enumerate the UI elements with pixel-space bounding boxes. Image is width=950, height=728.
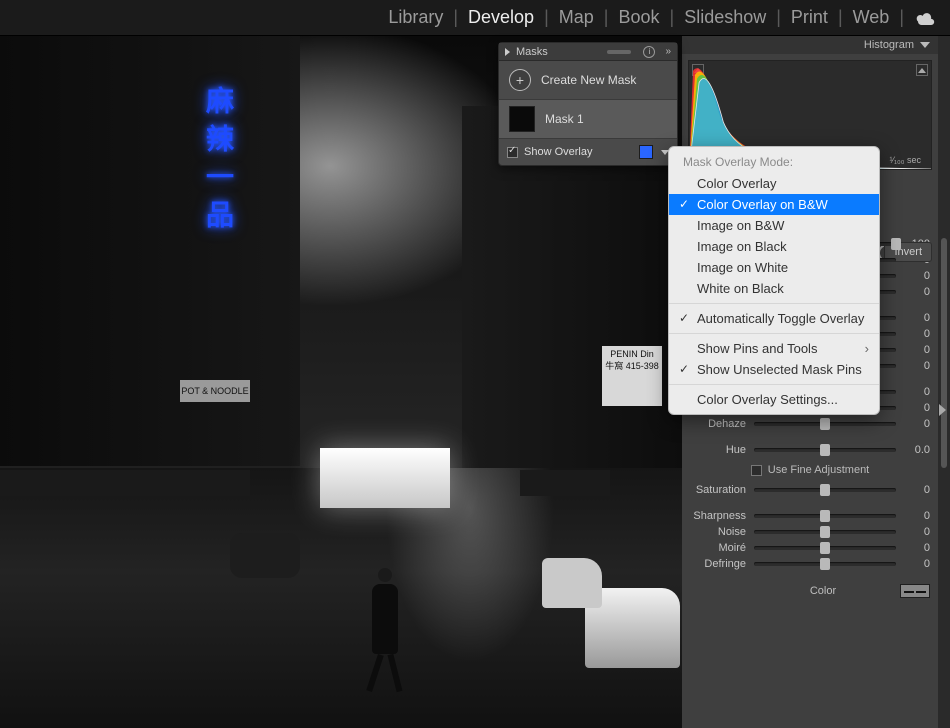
menu-show-unselected[interactable]: ✓Show Unselected Mask Pins bbox=[669, 359, 879, 380]
menu-color-overlay[interactable]: Color Overlay bbox=[669, 173, 879, 194]
info-icon[interactable]: i bbox=[643, 46, 655, 58]
masks-header[interactable]: Masks i » bbox=[499, 43, 677, 61]
module-nav: Library| Develop| Map| Book| Slideshow| … bbox=[0, 0, 950, 36]
nav-slideshow[interactable]: Slideshow bbox=[678, 7, 772, 28]
nav-map[interactable]: Map bbox=[553, 7, 600, 28]
scrollbar-thumb[interactable] bbox=[941, 238, 947, 468]
nav-web[interactable]: Web bbox=[847, 7, 896, 28]
slider-saturation[interactable]: Saturation0 bbox=[690, 484, 930, 496]
fine-adjustment-checkbox[interactable]: Use Fine Adjustment bbox=[690, 464, 930, 476]
menu-color-overlay-bw[interactable]: ✓Color Overlay on B&W bbox=[669, 194, 879, 215]
menu-auto-toggle[interactable]: ✓Automatically Toggle Overlay bbox=[669, 308, 879, 329]
disclosure-icon[interactable] bbox=[505, 48, 510, 56]
create-mask-button[interactable]: + Create New Mask bbox=[499, 61, 677, 99]
drag-grip-icon[interactable] bbox=[607, 50, 631, 54]
color-swatch-icon[interactable] bbox=[900, 584, 930, 598]
neon-sign: 麻辣一品 bbox=[198, 86, 238, 238]
slider-hue[interactable]: Hue0.0 bbox=[690, 444, 930, 456]
slider-sharpness[interactable]: Sharpness0 bbox=[690, 510, 930, 522]
masks-title: Masks bbox=[516, 46, 601, 58]
masks-panel: Masks i » + Create New Mask Mask 1 Show … bbox=[498, 42, 678, 166]
menu-header: Mask Overlay Mode: bbox=[669, 151, 879, 173]
menu-image-bw[interactable]: Image on B&W bbox=[669, 215, 879, 236]
mask-item-label: Mask 1 bbox=[545, 112, 584, 126]
show-overlay-checkbox[interactable] bbox=[507, 147, 518, 158]
overlay-mode-menu: Mask Overlay Mode: Color Overlay ✓Color … bbox=[668, 146, 880, 415]
exposure-readout: ¹⁄₁₀₀ sec bbox=[889, 155, 921, 165]
nav-library[interactable]: Library bbox=[382, 7, 449, 28]
slider-moire[interactable]: Moiré0 bbox=[690, 542, 930, 554]
show-overlay-label: Show Overlay bbox=[524, 146, 592, 158]
plus-icon: + bbox=[509, 69, 531, 91]
slider-defringe[interactable]: Defringe0 bbox=[690, 558, 930, 570]
create-mask-label: Create New Mask bbox=[541, 73, 636, 87]
menu-image-white[interactable]: Image on White bbox=[669, 257, 879, 278]
panel-scrollbar[interactable] bbox=[938, 36, 950, 728]
nav-book[interactable]: Book bbox=[612, 7, 665, 28]
menu-overlay-settings[interactable]: Color Overlay Settings... bbox=[669, 389, 879, 410]
menu-image-black[interactable]: Image on Black bbox=[669, 236, 879, 257]
color-section[interactable]: Color bbox=[690, 584, 930, 598]
color-label: Color bbox=[810, 585, 836, 597]
nav-develop[interactable]: Develop bbox=[462, 7, 540, 28]
menu-show-pins[interactable]: Show Pins and Tools bbox=[669, 338, 879, 359]
nav-print[interactable]: Print bbox=[785, 7, 834, 28]
overlay-color-swatch[interactable] bbox=[639, 145, 653, 159]
expand-arrow-icon[interactable] bbox=[939, 404, 946, 416]
cloud-sync-icon[interactable] bbox=[914, 11, 936, 25]
mask-thumbnail bbox=[509, 106, 535, 132]
collapse-icon[interactable] bbox=[920, 42, 930, 48]
chevrons-icon[interactable]: » bbox=[665, 46, 671, 57]
histogram-title: Histogram bbox=[864, 39, 914, 51]
slider-noise[interactable]: Noise0 bbox=[690, 526, 930, 538]
slider-dehaze[interactable]: Dehaze0 bbox=[690, 418, 930, 430]
mask-item[interactable]: Mask 1 bbox=[499, 99, 677, 139]
histogram-header[interactable]: Histogram bbox=[682, 36, 938, 54]
menu-white-black[interactable]: White on Black bbox=[669, 278, 879, 299]
